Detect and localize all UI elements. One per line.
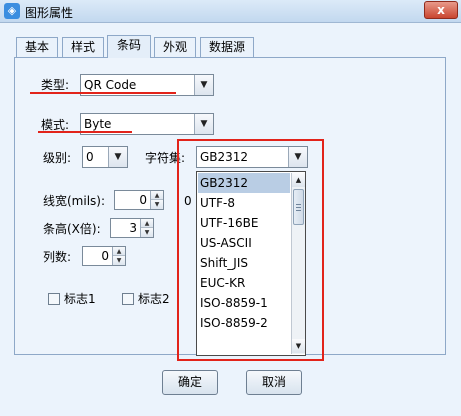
- spinner-buttons: ▲ ▼: [112, 247, 125, 265]
- tab-label: 外观: [162, 40, 187, 54]
- tab-basic[interactable]: 基本: [16, 37, 58, 58]
- columns-value: 0: [101, 249, 109, 263]
- bar-height-spinner[interactable]: 3 ▲ ▼: [110, 218, 154, 238]
- columns-spinner[interactable]: 0 ▲ ▼: [82, 246, 126, 266]
- close-button[interactable]: x: [424, 1, 458, 19]
- level-select[interactable]: 0 ▼: [82, 146, 128, 168]
- cancel-label: 取消: [261, 375, 286, 389]
- close-icon: x: [437, 3, 445, 17]
- scroll-down-icon[interactable]: ▼: [292, 339, 305, 353]
- list-item[interactable]: ISO-8859-2: [198, 313, 290, 333]
- tab-barcode[interactable]: 条码: [107, 35, 151, 58]
- spinner-down-icon[interactable]: ▼: [113, 256, 125, 265]
- dropdown-scrollbar[interactable]: ▲ ▼: [291, 173, 305, 354]
- annotation-underline: [30, 92, 176, 94]
- flag2-label: 标志2: [138, 292, 170, 306]
- line-width-value: 0: [139, 193, 147, 207]
- bar-height-value: 3: [129, 221, 137, 235]
- grip-line: [296, 207, 301, 208]
- cancel-button[interactable]: 取消: [246, 370, 302, 395]
- flag1-checkbox[interactable]: [48, 293, 60, 305]
- list-item[interactable]: UTF-8: [198, 193, 290, 213]
- list-item[interactable]: ISO-8859-1: [198, 293, 290, 313]
- tab-style[interactable]: 样式: [62, 37, 104, 58]
- ok-label: 确定: [177, 375, 202, 389]
- grip-line: [296, 210, 301, 211]
- tab-label: 基本: [24, 40, 49, 54]
- charset-dropdown-list[interactable]: GB2312 UTF-8 UTF-16BE US-ASCII Shift_JIS…: [196, 171, 306, 356]
- annotation-underline: [38, 131, 132, 133]
- tab-datasource[interactable]: 数据源: [200, 37, 254, 58]
- columns-label: 列数:: [43, 250, 72, 264]
- scroll-thumb[interactable]: [293, 189, 304, 225]
- spinner-up-icon[interactable]: ▲: [151, 191, 163, 200]
- window-title: 图形属性: [25, 6, 74, 20]
- dialog-body: 基本 样式 条码 外观 数据源 类型: QR Code ▼ 模式: Byte ▼…: [0, 23, 461, 416]
- mode-value: Byte: [84, 117, 112, 131]
- list-item[interactable]: UTF-16BE: [198, 213, 290, 233]
- chevron-down-icon[interactable]: ▼: [108, 147, 127, 167]
- spinner-up-icon[interactable]: ▲: [113, 247, 125, 256]
- tab-label: 条码: [116, 38, 141, 52]
- tab-label: 样式: [70, 40, 95, 54]
- flag2-checkbox[interactable]: [122, 293, 134, 305]
- chevron-down-icon[interactable]: ▼: [194, 114, 213, 134]
- app-icon: ◈: [4, 3, 20, 19]
- list-item[interactable]: GB2312: [198, 173, 290, 193]
- tab-appearance[interactable]: 外观: [154, 37, 196, 58]
- bar-height-label: 条高(X倍):: [43, 222, 101, 236]
- list-item[interactable]: EUC-KR: [198, 273, 290, 293]
- type-value: QR Code: [84, 78, 137, 92]
- list-item[interactable]: US-ASCII: [198, 233, 290, 253]
- type-label: 类型:: [41, 78, 70, 92]
- flag1-label: 标志1: [64, 292, 96, 306]
- spinner-up-icon[interactable]: ▲: [141, 219, 153, 228]
- spinner-buttons: ▲ ▼: [150, 191, 163, 209]
- level-label: 级别:: [43, 151, 72, 165]
- tab-label: 数据源: [208, 40, 245, 54]
- line-width-label: 线宽(mils):: [43, 194, 106, 208]
- scroll-up-icon[interactable]: ▲: [292, 173, 305, 187]
- chevron-down-icon[interactable]: ▼: [194, 75, 213, 95]
- spinner-down-icon[interactable]: ▼: [141, 228, 153, 237]
- title-bar: ◈ 图形属性 x: [0, 0, 461, 23]
- ok-button[interactable]: 确定: [162, 370, 218, 395]
- list-item[interactable]: Shift_JIS: [198, 253, 290, 273]
- level-value: 0: [86, 150, 94, 164]
- line-width-spinner[interactable]: 0 ▲ ▼: [114, 190, 164, 210]
- grip-line: [296, 204, 301, 205]
- spinner-down-icon[interactable]: ▼: [151, 200, 163, 209]
- spinner-buttons: ▲ ▼: [140, 219, 153, 237]
